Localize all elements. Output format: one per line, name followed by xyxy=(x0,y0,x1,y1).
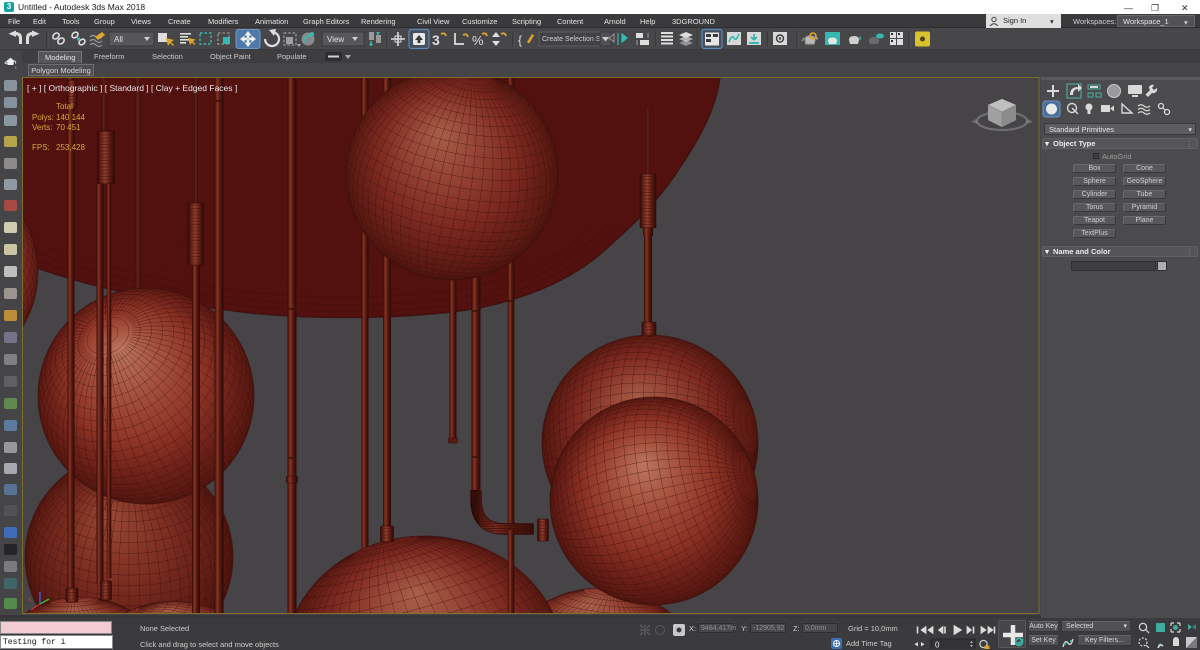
svg-text:Total: Total xyxy=(56,102,73,111)
svg-text:All: All xyxy=(114,35,123,44)
svg-text:Create Selection Se: Create Selection Se xyxy=(542,36,604,43)
svg-text:253,428: 253,428 xyxy=(56,143,85,152)
svg-text:Polys:: Polys: xyxy=(32,113,54,122)
svg-text:View: View xyxy=(327,35,344,44)
svg-text:%: % xyxy=(472,33,484,48)
svg-text:0: 0 xyxy=(935,641,940,650)
svg-text:{: { xyxy=(518,33,522,47)
svg-text:[ + ] [ Orthographic ] [ Stand: [ + ] [ Orthographic ] [ Standard ] [ Cl… xyxy=(27,83,237,93)
svg-text:x: x xyxy=(28,597,31,603)
svg-text:Verts:: Verts: xyxy=(32,123,52,132)
svg-text:70 451: 70 451 xyxy=(56,123,81,132)
svg-text:FPS:: FPS: xyxy=(32,143,50,152)
svg-text:3: 3 xyxy=(432,32,440,48)
svg-text:140 144: 140 144 xyxy=(56,113,85,122)
